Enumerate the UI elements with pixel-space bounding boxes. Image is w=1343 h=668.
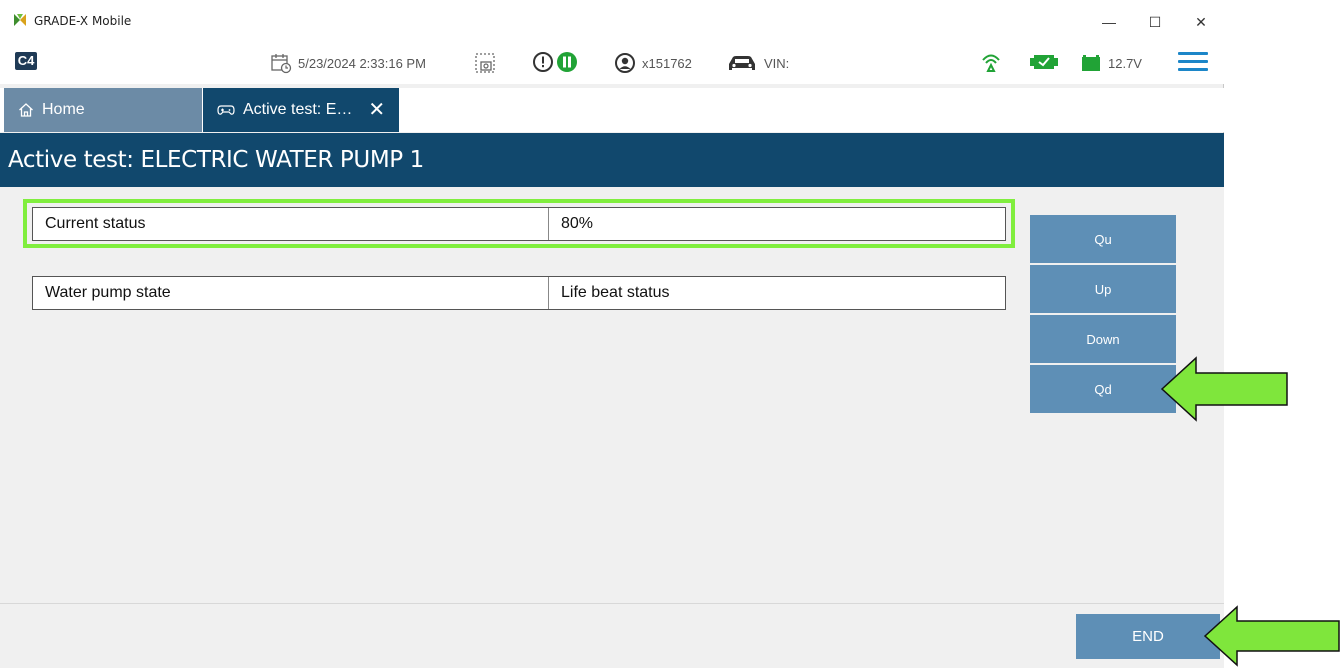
battery-icon (1082, 55, 1100, 71)
close-window-button[interactable]: ✕ (1178, 8, 1224, 36)
datetime-display: 5/23/2024 2:33:16 PM (270, 52, 426, 74)
window-title: GRADE-X Mobile (34, 14, 132, 28)
gamepad-icon (217, 105, 235, 115)
tab-home-label: Home (42, 101, 85, 118)
qd-button[interactable]: Qd (1030, 365, 1176, 413)
status-bar: C4 5/23/2024 2:33:16 PM x151762 VIN: 12.… (0, 40, 1224, 84)
menu-bar-top (1178, 52, 1208, 55)
arrow-pointer-icon (1203, 605, 1340, 667)
end-button[interactable]: END (1076, 614, 1220, 659)
alert-icon[interactable] (532, 51, 554, 73)
vin-display: VIN: (726, 52, 789, 74)
app-logo-icon (14, 14, 26, 26)
row-label: Water pump state (33, 277, 549, 309)
user-display: x151762 (614, 52, 692, 74)
up-button[interactable]: Up (1030, 265, 1176, 313)
app-window: GRADE-X Mobile — ☐ ✕ C4 5/23/2024 2:33:1… (0, 0, 1224, 668)
car-icon (729, 56, 755, 70)
content-area: Current status 80% Water pump state Life… (0, 187, 1224, 603)
close-icon: ✕ (1195, 13, 1207, 30)
wifi-signal-icon (982, 54, 1000, 72)
row-label: Current status (33, 208, 549, 240)
arrow-pointer-icon (1160, 356, 1288, 422)
title-bar: GRADE-X Mobile — ☐ ✕ (0, 0, 1224, 40)
table-row: Current status 80% (32, 207, 1006, 241)
page-title: Active test: ELECTRIC WATER PUMP 1 (8, 147, 424, 173)
calendar-clock-icon (271, 54, 292, 74)
home-icon (19, 103, 33, 117)
tab-home[interactable]: Home (4, 88, 202, 132)
vin-label: VIN: (764, 55, 790, 71)
row-value: 80% (561, 215, 594, 232)
battery-voltage-text: 12.7V (1108, 55, 1142, 71)
row-value: Life beat status (561, 284, 670, 301)
c4-logo: C4 (15, 52, 37, 70)
user-icon (615, 53, 635, 73)
maximize-button[interactable]: ☐ (1132, 8, 1178, 36)
maximize-icon: ☐ (1148, 13, 1162, 30)
datetime-text: 5/23/2024 2:33:16 PM (298, 55, 426, 71)
tab-active-test[interactable]: Active test: E… ✕ (203, 88, 399, 132)
tab-bar: Home Active test: E… ✕ (0, 88, 1224, 132)
tab-active-label: Active test: E… (243, 101, 353, 118)
minimize-button[interactable]: — (1086, 8, 1132, 36)
page-header: Active test: ELECTRIC WATER PUMP 1 (0, 133, 1224, 187)
menu-icon[interactable] (1178, 52, 1208, 72)
table-row: Water pump state Life beat status (32, 276, 1006, 310)
vci-icon (1030, 55, 1058, 69)
tab-close-icon[interactable]: ✕ (368, 100, 385, 120)
menu-bar-bottom (1178, 68, 1208, 71)
qu-button[interactable]: Qu (1030, 215, 1176, 263)
pause-icon[interactable] (556, 51, 578, 73)
battery-display: 12.7V (1080, 52, 1142, 74)
menu-bar-middle (1178, 60, 1208, 63)
user-id-text: x151762 (642, 55, 692, 71)
screenshot-icon[interactable] (474, 52, 496, 74)
down-button[interactable]: Down (1030, 315, 1176, 363)
footer (0, 603, 1224, 668)
minimize-icon: — (1102, 14, 1116, 30)
